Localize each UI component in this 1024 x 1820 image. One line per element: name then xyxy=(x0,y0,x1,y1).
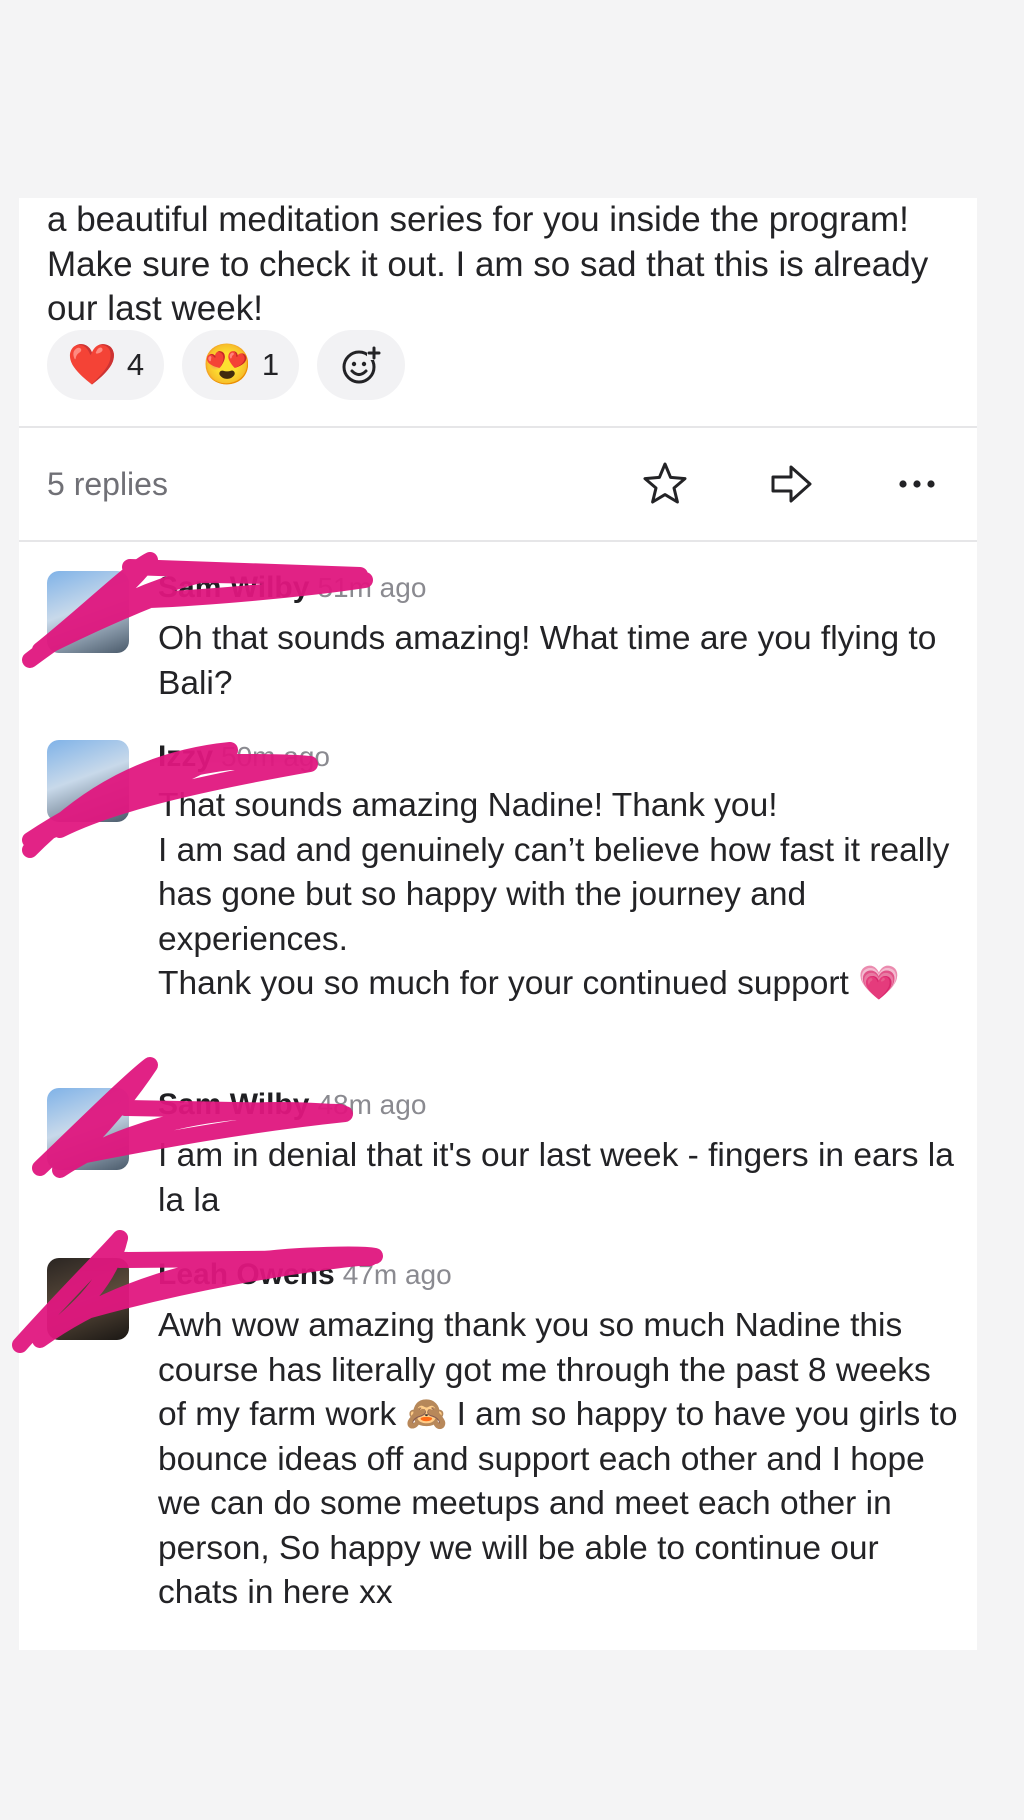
reply-time: 48m ago xyxy=(317,1089,427,1120)
reply-text: Awh wow amazing thank you so much Nadine… xyxy=(158,1307,958,1611)
avatar[interactable] xyxy=(47,1088,129,1170)
avatar[interactable] xyxy=(47,1258,129,1340)
reply-text: I am in denial that it's our last week -… xyxy=(158,1137,954,1219)
reply-author[interactable]: Sam Wilby xyxy=(158,1088,309,1122)
reply-time: 51m ago xyxy=(317,572,427,603)
reply-header: Izzy 50m ago xyxy=(158,740,330,774)
heart-icon: ❤️ xyxy=(67,343,117,387)
reply-author[interactable]: Sam Wilby xyxy=(158,571,309,605)
thread-bar: 5 replies xyxy=(19,428,977,540)
reply-author[interactable]: Izzy xyxy=(158,740,213,774)
more-icon[interactable] xyxy=(893,460,941,508)
heart-eyes-icon: 😍 xyxy=(202,343,252,387)
reply-time: 50m ago xyxy=(221,741,330,772)
reaction-bar: ❤️ 4 😍 1 xyxy=(47,330,406,400)
reaction-count: 1 xyxy=(261,347,280,382)
add-emoji-icon xyxy=(342,346,382,384)
reaction-heart[interactable]: ❤️ 4 xyxy=(47,330,165,400)
reply-text: That sounds amazing Nadine! Thank you! I… xyxy=(158,787,950,1002)
reply-header: Sam Wilby 48m ago xyxy=(158,1088,426,1122)
reply-time: 47m ago xyxy=(342,1259,452,1290)
add-reaction-button[interactable] xyxy=(317,330,406,400)
avatar[interactable] xyxy=(47,571,129,653)
replies-count[interactable]: 5 replies xyxy=(47,466,168,503)
post-card: a beautiful meditation series for you in… xyxy=(19,198,977,1650)
post-body: a beautiful meditation series for you in… xyxy=(47,200,929,328)
divider xyxy=(19,540,977,542)
reaction-heart-eyes[interactable]: 😍 1 xyxy=(182,330,300,400)
reply-header: Leah Owens 47m ago xyxy=(158,1258,452,1292)
reaction-count: 4 xyxy=(126,347,145,382)
reply-text: Oh that sounds amazing! What time are yo… xyxy=(158,620,937,702)
reply-header: Sam Wilby 51m ago xyxy=(158,571,426,605)
avatar[interactable] xyxy=(47,740,129,822)
reply-author[interactable]: Leah Owens xyxy=(158,1258,335,1292)
share-arrow-icon[interactable] xyxy=(767,460,815,508)
star-icon[interactable] xyxy=(641,460,689,508)
